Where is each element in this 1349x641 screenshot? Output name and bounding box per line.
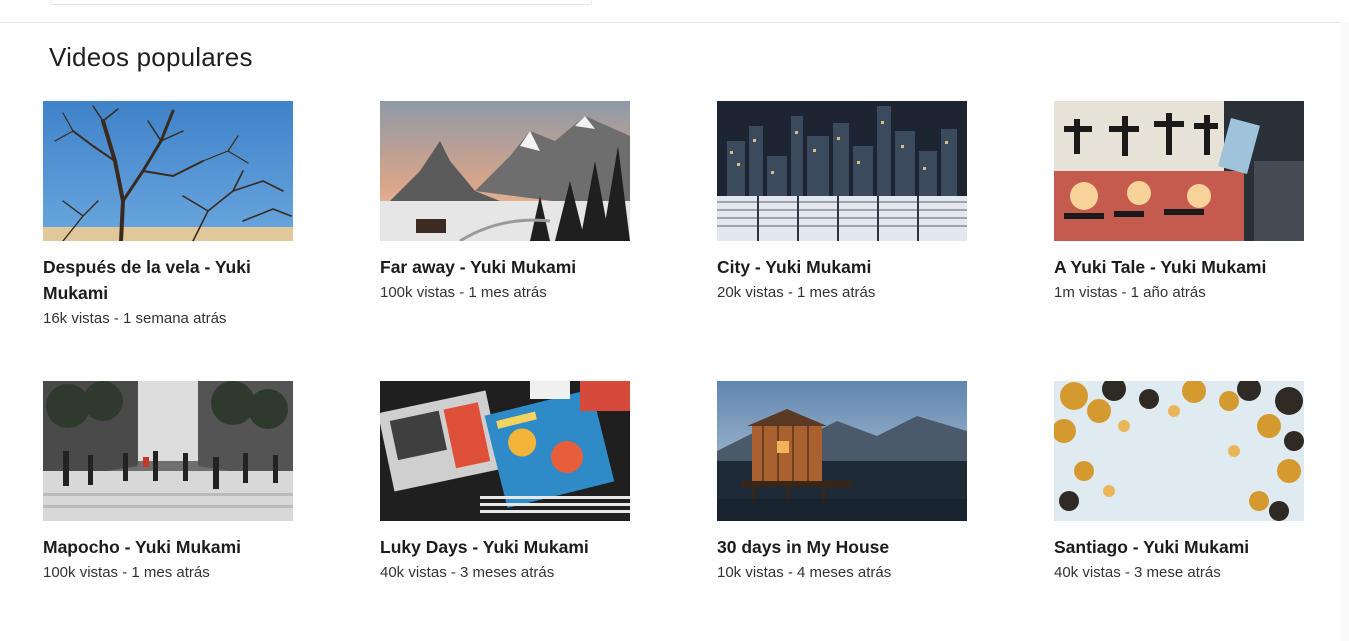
snowy-mountains-thumbnail[interactable] (380, 101, 630, 241)
section-title: Videos populares (49, 42, 253, 72)
video-title[interactable]: A Yuki Tale - Yuki Mukami (1054, 254, 1304, 280)
video-card[interactable]: Mapocho - Yuki Mukami 100k vistas - 1 me… (43, 381, 293, 586)
video-meta: 40k vistas - 3 mese atrás (1054, 564, 1221, 581)
street-crowd-thumbnail[interactable] (43, 381, 293, 521)
top-bar (0, 0, 1349, 23)
street-crowd-thumbnail-image (43, 381, 293, 521)
video-card[interactable]: Luky Days - Yuki Mukami 40k vistas - 3 m… (380, 381, 630, 586)
tree-sky-thumbnail-image (43, 101, 293, 241)
video-title[interactable]: Santiago - Yuki Mukami (1054, 534, 1304, 560)
video-card[interactable]: 30 days in My House 10k vistas - 4 meses… (717, 381, 967, 586)
lake-house-thumbnail[interactable] (717, 381, 967, 521)
video-meta: 40k vistas - 3 meses atrás (380, 564, 555, 581)
video-title[interactable]: Después de la vela - Yuki Mukami (43, 254, 293, 306)
scrollbar-track[interactable] (1340, 22, 1349, 641)
video-card[interactable]: A Yuki Tale - Yuki Mukami 1m vistas - 1 … (1054, 101, 1304, 306)
video-meta: 100k vistas - 1 mes atrás (43, 564, 210, 581)
japanese-street-thumbnail-image (1054, 101, 1304, 241)
magazines-thumbnail-image (380, 381, 630, 521)
video-meta: 1m vistas - 1 año atrás (1054, 284, 1206, 301)
video-meta: 20k vistas - 1 mes atrás (717, 284, 876, 301)
snowy-mountains-thumbnail-image (380, 101, 630, 241)
video-title[interactable]: Far away - Yuki Mukami (380, 254, 630, 280)
video-card[interactable]: Santiago - Yuki Mukami 40k vistas - 3 me… (1054, 381, 1304, 586)
city-night-thumbnail[interactable] (717, 101, 967, 241)
magazines-thumbnail[interactable] (380, 381, 630, 521)
video-title[interactable]: 30 days in My House (717, 534, 967, 560)
search-bar[interactable] (50, 0, 592, 5)
video-card[interactable]: City - Yuki Mukami 20k vistas - 1 mes at… (717, 101, 967, 306)
autumn-leaves-thumbnail-image (1054, 381, 1304, 521)
video-meta: 16k vistas - 1 semana atrás (43, 310, 227, 327)
video-title[interactable]: City - Yuki Mukami (717, 254, 967, 280)
video-title[interactable]: Mapocho - Yuki Mukami (43, 534, 293, 560)
video-title[interactable]: Luky Days - Yuki Mukami (380, 534, 630, 560)
autumn-leaves-thumbnail[interactable] (1054, 381, 1304, 521)
city-night-thumbnail-image (717, 101, 967, 241)
japanese-street-thumbnail[interactable] (1054, 101, 1304, 241)
video-meta: 10k vistas - 4 meses atrás (717, 564, 892, 581)
video-card[interactable]: Después de la vela - Yuki Mukami 16k vis… (43, 101, 293, 332)
video-card[interactable]: Far away - Yuki Mukami 100k vistas - 1 m… (380, 101, 630, 306)
tree-sky-thumbnail[interactable] (43, 101, 293, 241)
video-meta: 100k vistas - 1 mes atrás (380, 284, 547, 301)
lake-house-thumbnail-image (717, 381, 967, 521)
